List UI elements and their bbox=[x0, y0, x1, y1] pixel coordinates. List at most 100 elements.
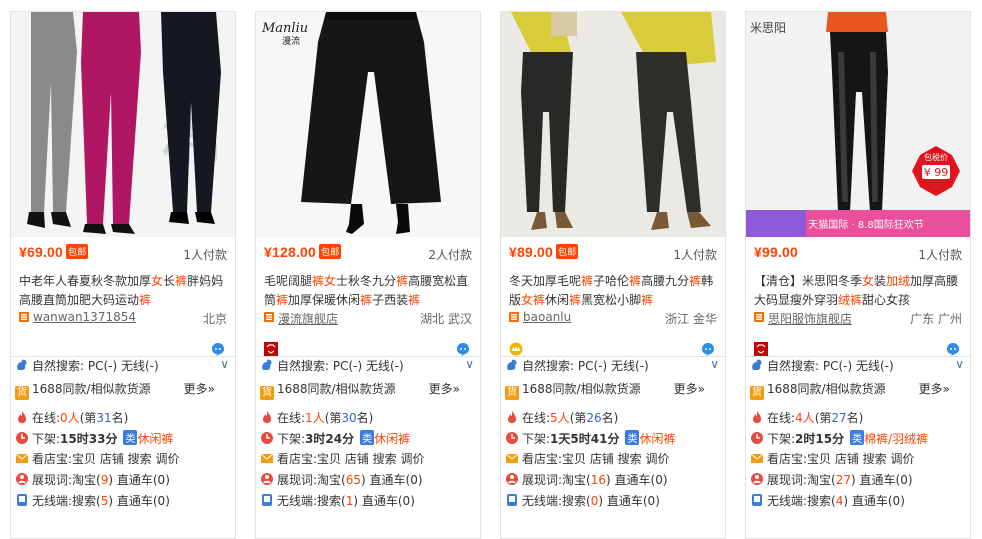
location: 广东 广州 bbox=[910, 312, 962, 326]
chevron-down-icon[interactable]: ∨ bbox=[220, 357, 229, 371]
source-link[interactable]: 1688同款/相似款货源 bbox=[32, 382, 151, 396]
title-keyword-highlight: 裤 bbox=[581, 274, 594, 288]
product-image[interactable] bbox=[501, 12, 725, 237]
price: ¥89.00 包邮 bbox=[509, 244, 579, 260]
wireless-row: 无线端:搜索(0) 直通车(0) bbox=[505, 492, 719, 510]
online-row: 在线:5人(第26名) bbox=[505, 409, 719, 427]
chevron-down-icon[interactable]: ∨ bbox=[465, 357, 474, 371]
title-text: 【清仓】米思阳冬季 bbox=[754, 274, 863, 288]
title-text: 子哈伦 bbox=[593, 274, 630, 288]
shop-link[interactable]: baoanlu bbox=[523, 310, 571, 324]
shop-tools-row[interactable]: 看店宝:宝贝 店铺 搜索 调价 bbox=[260, 450, 474, 468]
category-link[interactable]: 休闲裤 bbox=[137, 432, 173, 446]
shop-tools-row[interactable]: 看店宝:宝贝 店铺 搜索 调价 bbox=[750, 450, 964, 468]
wangwang-chat-icon[interactable] bbox=[701, 342, 715, 356]
product-title[interactable]: 冬天加厚毛呢裤子哈伦裤高腰九分裤韩版女裤休闲裤黑宽松小脚裤 bbox=[509, 272, 717, 312]
taobao-shop-icon bbox=[509, 312, 519, 322]
goods-icon: 货 bbox=[260, 386, 274, 400]
product-card[interactable]: 米思阳 包税价 ¥ 99 天猫国际 · 8.8国际狂欢节 ¥99.00 1人付款… bbox=[745, 11, 971, 539]
gold-crown-icon bbox=[509, 342, 523, 356]
title-keyword-highlight: 裤 bbox=[312, 274, 325, 288]
product-image[interactable]: Manliu 漫流 bbox=[256, 12, 480, 237]
title-text: 加厚保暖休闲 bbox=[288, 293, 361, 307]
title-text: 高腰九分 bbox=[641, 274, 690, 288]
natural-search-row: 自然搜索: PC(-) 无线(-) ∨ bbox=[15, 357, 229, 375]
category-tag: 类 bbox=[625, 430, 640, 445]
title-keyword-highlight: 裤 bbox=[689, 274, 702, 288]
person-icon bbox=[506, 473, 518, 485]
wireless-row: 无线端:搜索(5) 直通车(0) bbox=[15, 492, 229, 510]
exposure-row: 展现词:淘宝(16) 直通车(0) bbox=[505, 471, 719, 489]
shop-link[interactable]: 漫流旗舰店 bbox=[278, 310, 338, 327]
product-card[interactable]: 棉 ¥69.00 包邮 1人付款 中老年人春夏秋冬款加厚女长裤胖妈妈高腰直筒加肥大… bbox=[10, 11, 236, 539]
wangwang-chat-icon[interactable] bbox=[456, 342, 470, 356]
title-keyword-highlight: 加绒 bbox=[886, 274, 911, 288]
price: ¥69.00 包邮 bbox=[19, 244, 89, 260]
goods-icon: 货 bbox=[15, 386, 29, 400]
clock-icon bbox=[751, 432, 763, 444]
more-link[interactable]: 更多» bbox=[184, 380, 215, 397]
product-title[interactable]: 毛呢阔腿裤女士秋冬九分裤高腰宽松直筒裤加厚保暖休闲裤子西装裤 bbox=[264, 272, 472, 312]
taobao-shop-icon bbox=[264, 312, 274, 322]
shop-tools-row[interactable]: 看店宝:宝贝 店铺 搜索 调价 bbox=[15, 450, 229, 468]
more-link[interactable]: 更多» bbox=[429, 380, 460, 397]
paid-count: 1人付款 bbox=[918, 248, 962, 262]
goods-icon: 货 bbox=[750, 386, 764, 400]
online-row: 在线:0人(第31名) bbox=[15, 409, 229, 427]
mobile-icon bbox=[17, 494, 27, 506]
squirrel-icon bbox=[262, 359, 272, 370]
product-card[interactable]: Manliu 漫流 ¥128.00 包邮 2人付款 毛呢阔腿裤女士秋冬九分裤高腰宽… bbox=[255, 11, 481, 539]
title-text: 甜心女孩 bbox=[862, 293, 911, 307]
wireless-row: 无线端:搜索(1) 直通车(0) bbox=[260, 492, 474, 510]
chevron-down-icon[interactable]: ∨ bbox=[710, 357, 719, 371]
product-image[interactable]: 米思阳 包税价 ¥ 99 天猫国际 · 8.8国际狂欢节 bbox=[746, 12, 970, 237]
free-shipping-badge: 包邮 bbox=[556, 244, 579, 259]
brand-logo-text: 米思阳 bbox=[750, 21, 786, 35]
clock-icon bbox=[261, 432, 273, 444]
offline-row: 下架:1天5时41分类休闲裤 bbox=[505, 430, 719, 448]
price: ¥128.00 包邮 bbox=[264, 244, 342, 260]
title-text: 中老年人春夏秋冬款加厚 bbox=[19, 274, 152, 288]
brand-logo-text: Manliu bbox=[261, 21, 308, 36]
title-keyword-highlight: 裤 bbox=[408, 293, 421, 307]
title-keyword-highlight: 绒 bbox=[838, 293, 851, 307]
flame-icon bbox=[263, 411, 271, 423]
title-keyword-highlight: 裤 bbox=[396, 274, 409, 288]
title-text: 士秋冬九分 bbox=[336, 274, 397, 288]
title-text: 冬天加厚毛呢 bbox=[509, 274, 582, 288]
chevron-down-icon[interactable]: ∨ bbox=[955, 357, 964, 371]
more-link[interactable]: 更多» bbox=[919, 380, 950, 397]
category-link[interactable]: 休闲裤 bbox=[374, 432, 410, 446]
shop-tools-row[interactable]: 看店宝:宝贝 店铺 搜索 调价 bbox=[505, 450, 719, 468]
category-link[interactable]: 休闲裤 bbox=[639, 432, 675, 446]
exposure-row: 展现词:淘宝(9) 直通车(0) bbox=[15, 471, 229, 489]
product-image[interactable]: 棉 bbox=[11, 12, 235, 237]
category-tag: 类 bbox=[850, 430, 865, 445]
category-link[interactable]: 棉裤/羽绒裤 bbox=[864, 432, 928, 446]
shop-link[interactable]: 思阳服饰旗舰店 bbox=[768, 310, 852, 327]
source-link[interactable]: 1688同款/相似款货源 bbox=[522, 382, 641, 396]
offline-row: 下架:2时15分类棉裤/羽绒裤 bbox=[750, 430, 964, 448]
mobile-icon bbox=[262, 494, 272, 506]
wangwang-chat-icon[interactable] bbox=[946, 342, 960, 356]
wangwang-chat-icon[interactable] bbox=[211, 342, 225, 356]
title-text: 装 bbox=[874, 274, 887, 288]
product-title[interactable]: 中老年人春夏秋冬款加厚女长裤胖妈妈高腰直筒加肥大码运动裤 bbox=[19, 272, 227, 312]
taobao-shop-icon bbox=[19, 312, 29, 322]
paid-count: 1人付款 bbox=[673, 248, 717, 262]
natural-search-row: 自然搜索: PC(-) 无线(-) ∨ bbox=[505, 357, 719, 375]
squirrel-icon bbox=[507, 359, 517, 370]
source-link[interactable]: 1688同款/相似款货源 bbox=[277, 382, 396, 396]
online-row: 在线:4人(第27名) bbox=[750, 409, 964, 427]
product-card[interactable]: ¥89.00 包邮 1人付款 冬天加厚毛呢裤子哈伦裤高腰九分裤韩版女裤休闲裤黑宽松… bbox=[500, 11, 726, 539]
source-link[interactable]: 1688同款/相似款货源 bbox=[767, 382, 886, 396]
tmall-shop-icon bbox=[754, 342, 768, 356]
goods-icon: 货 bbox=[505, 386, 519, 400]
mobile-icon bbox=[752, 494, 762, 506]
shop-link[interactable]: wanwan1371854 bbox=[33, 310, 136, 324]
title-keyword-highlight: 裤 bbox=[641, 293, 654, 307]
natural-search-row: 自然搜索: PC(-) 无线(-) ∨ bbox=[750, 357, 964, 375]
product-title[interactable]: 【清仓】米思阳冬季女装加绒加厚高腰大码显瘦外穿羽绒裤甜心女孩 bbox=[754, 272, 962, 312]
title-keyword-highlight: 女 bbox=[862, 274, 875, 288]
more-link[interactable]: 更多» bbox=[674, 380, 705, 397]
